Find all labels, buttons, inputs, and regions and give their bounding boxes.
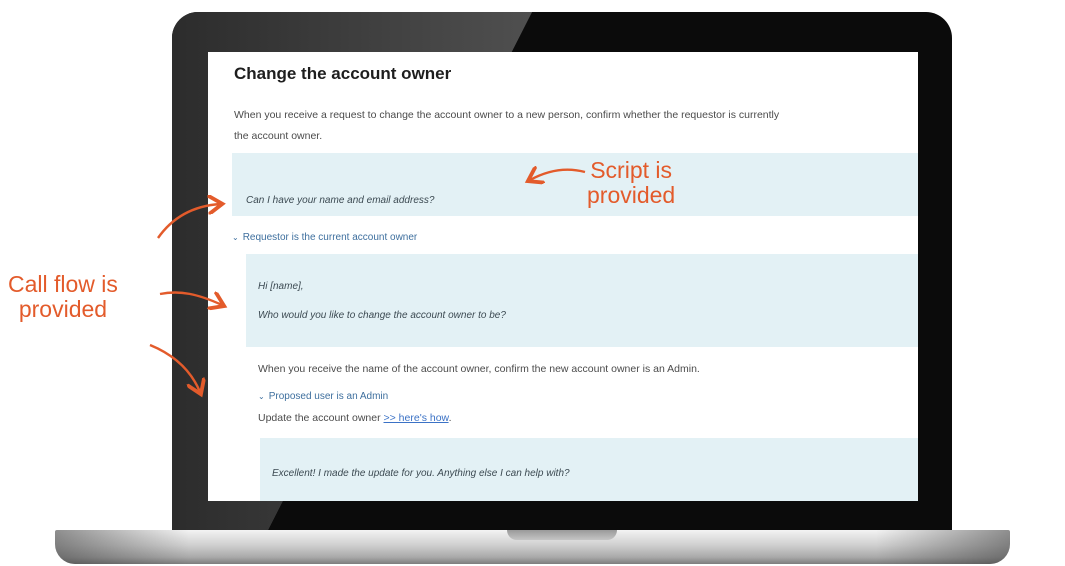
annotation-arrows — [149, 0, 586, 566]
curved-arrow-icon — [157, 204, 220, 239]
curved-arrow-icon — [159, 292, 222, 305]
curved-arrow-icon — [149, 343, 200, 392]
curved-arrow-icon — [530, 170, 586, 180]
